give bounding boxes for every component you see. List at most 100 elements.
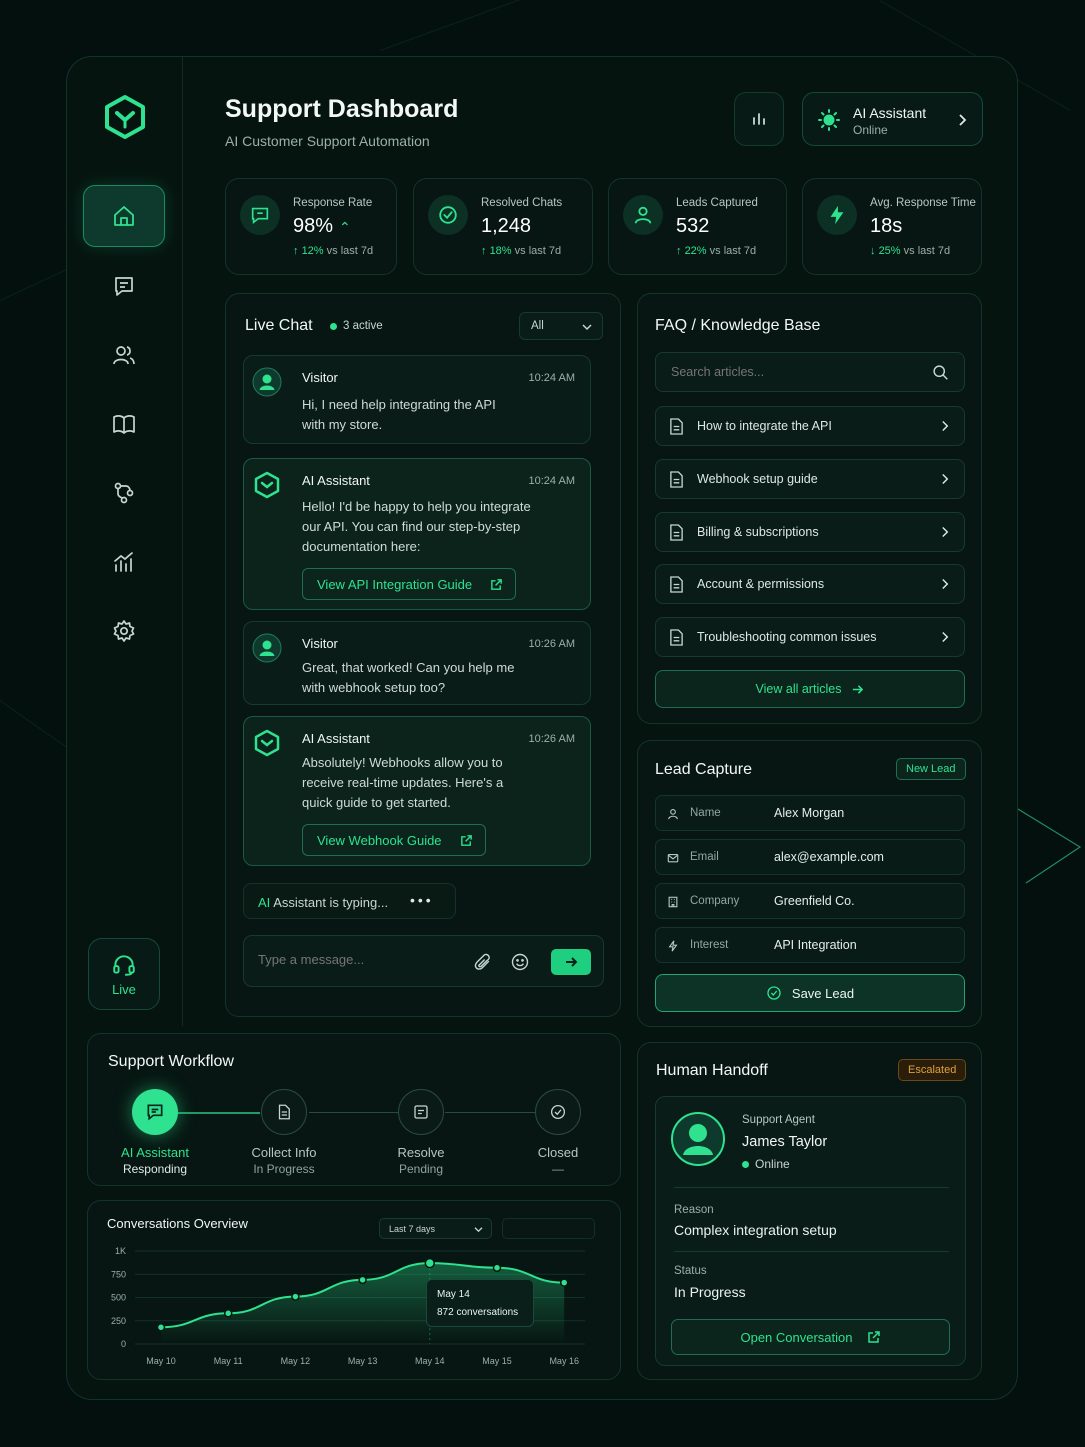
- workflow-step-ai-assistant[interactable]: [132, 1089, 178, 1135]
- view-webhook-guide-button[interactable]: View Webhook Guide: [302, 824, 486, 856]
- handoff-details: Support Agent James Taylor Online Reason…: [655, 1096, 966, 1366]
- new-lead-badge: New Lead: [896, 758, 966, 780]
- lead-field-value: alex@example.com: [774, 850, 884, 864]
- message-input[interactable]: [258, 952, 448, 967]
- faq-article-title: Billing & subscriptions: [697, 524, 819, 539]
- workflow-step-closed[interactable]: [535, 1089, 581, 1135]
- support-workflow-panel: Support Workflow AI Assistant Responding…: [87, 1033, 621, 1186]
- save-lead-button[interactable]: Save Lead: [655, 974, 965, 1012]
- x-tick-label: May 10: [146, 1356, 176, 1366]
- stats-button[interactable]: [734, 92, 784, 146]
- faq-article-item[interactable]: Billing & subscriptions: [655, 511, 965, 552]
- stat-change: ↑ 12% vs last 7d: [293, 245, 374, 257]
- x-tick-label: May 14: [415, 1356, 445, 1366]
- lead-field-label: Name: [690, 807, 721, 819]
- message-time: 10:24 AM: [528, 475, 575, 487]
- faq-article-title: Webhook setup guide: [697, 471, 818, 486]
- chevron-right-icon: [942, 473, 949, 484]
- mail-icon: [667, 854, 679, 863]
- sidebar-item-settings[interactable]: [83, 600, 165, 662]
- chart-data-point[interactable]: [358, 1275, 367, 1285]
- send-button[interactable]: [551, 949, 591, 975]
- agent-status: Online: [742, 1157, 790, 1171]
- sidebar-item-home[interactable]: [83, 185, 165, 247]
- chart-data-point[interactable]: [223, 1309, 233, 1318]
- lead-field-name[interactable]: Name Alex Morgan: [655, 795, 965, 831]
- x-tick-label: May 11: [214, 1356, 243, 1366]
- check-circle-icon: [439, 206, 457, 224]
- chart-data-point[interactable]: [156, 1323, 166, 1332]
- reason-label: Reason: [674, 1204, 714, 1216]
- home-icon: [114, 206, 134, 226]
- workflow-icon: [114, 482, 134, 504]
- chart-data-point[interactable]: [559, 1278, 569, 1287]
- lead-field-company[interactable]: Company Greenfield Co.: [655, 883, 965, 919]
- live-button[interactable]: Live: [88, 938, 160, 1010]
- decorative-triangle: [1018, 808, 1082, 884]
- chat-message-ai: AI Assistant 10:26 AM Absolutely! Webhoo…: [243, 716, 591, 866]
- faq-article-item[interactable]: Webhook setup guide: [655, 458, 965, 499]
- emoji-icon[interactable]: [510, 952, 530, 972]
- workflow-step-resolve[interactable]: [398, 1089, 444, 1135]
- stat-avg-response-time: Avg. Response Time 18s ↓ 25% vs last 7d: [802, 178, 982, 275]
- chat-icon: [115, 277, 133, 296]
- faq-article-item[interactable]: Account & permissions: [655, 564, 965, 605]
- message-time: 10:26 AM: [528, 638, 575, 650]
- faq-article-item[interactable]: How to integrate the API: [655, 406, 965, 446]
- chart-data-point[interactable]: [424, 1257, 436, 1269]
- typing-dots-icon: •••: [410, 892, 434, 908]
- view-api-guide-button[interactable]: View API Integration Guide: [302, 568, 517, 600]
- arrow-right-icon: [853, 684, 864, 694]
- sidebar-item-users[interactable]: [83, 324, 165, 386]
- chart-tooltip: May 14 872 conversations: [426, 1279, 534, 1327]
- lead-field-label: Email: [690, 851, 719, 863]
- lead-field-label: Interest: [690, 939, 729, 951]
- stat-value: 98% ⌃: [293, 215, 351, 237]
- workflow-step-status: Responding: [122, 1162, 188, 1176]
- sidebar-item-chats[interactable]: [83, 255, 165, 317]
- agent-avatar: [671, 1112, 725, 1166]
- y-tick-label: 0: [121, 1339, 126, 1349]
- document-icon: [278, 1104, 290, 1120]
- user-icon: [634, 206, 652, 224]
- lead-field-email[interactable]: Email alex@example.com: [655, 839, 965, 875]
- sidebar-item-knowledge[interactable]: [83, 393, 165, 455]
- faq-title: FAQ / Knowledge Base: [655, 317, 821, 334]
- stat-response-rate: Response Rate 98% ⌃ ↑ 12% vs last 7d: [225, 178, 397, 275]
- open-conversation-button[interactable]: Open Conversation: [671, 1319, 950, 1355]
- chevron-right-icon: [942, 631, 949, 643]
- users-icon: [113, 346, 135, 365]
- sidebar-item-workflow[interactable]: [83, 462, 165, 524]
- message-sender: Visitor: [302, 370, 338, 385]
- faq-search-input[interactable]: [671, 365, 911, 379]
- message-composer: [243, 935, 604, 987]
- lead-field-interest[interactable]: Interest API Integration: [655, 927, 965, 963]
- message-text: Hello! I'd be happy to help you integrat…: [302, 499, 531, 554]
- headset-icon: [113, 954, 135, 976]
- bolt-icon: [668, 940, 678, 952]
- agent-name: James Taylor: [742, 1134, 828, 1150]
- stat-label: Resolved Chats: [481, 197, 563, 209]
- paperclip-icon[interactable]: [473, 952, 493, 972]
- stat-change: ↑ 18% vs last 7d: [481, 245, 562, 257]
- workflow-step-collect-info[interactable]: [261, 1089, 307, 1135]
- document-icon: [670, 471, 683, 488]
- chart-data-point[interactable]: [492, 1263, 502, 1272]
- human-handoff-panel: Human Handoff Escalated Support Agent Ja…: [637, 1042, 982, 1380]
- check-circle-icon: [550, 1104, 566, 1120]
- x-tick-label: May 16: [549, 1356, 579, 1366]
- stat-change: ↓ 25% vs last 7d: [870, 245, 951, 257]
- chat-filter-select[interactable]: All: [519, 312, 603, 340]
- view-all-articles-button[interactable]: View all articles: [655, 670, 965, 708]
- faq-article-item[interactable]: Troubleshooting common issues: [655, 617, 965, 657]
- page-title: Support Dashboard: [225, 95, 459, 123]
- handoff-title: Human Handoff: [656, 1062, 768, 1079]
- assistant-name: AI Assistant: [853, 105, 927, 121]
- assistant-status-button[interactable]: AI Assistant Online: [802, 92, 983, 146]
- visitor-avatar-icon: [252, 367, 282, 397]
- chart-data-point[interactable]: [291, 1292, 300, 1301]
- chat-message-ai: AI Assistant 10:24 AM Hello! I'd be happ…: [243, 458, 591, 610]
- search-icon[interactable]: [932, 364, 949, 381]
- sidebar-item-analytics[interactable]: [83, 531, 165, 593]
- workflow-step-status: In Progress: [253, 1162, 315, 1176]
